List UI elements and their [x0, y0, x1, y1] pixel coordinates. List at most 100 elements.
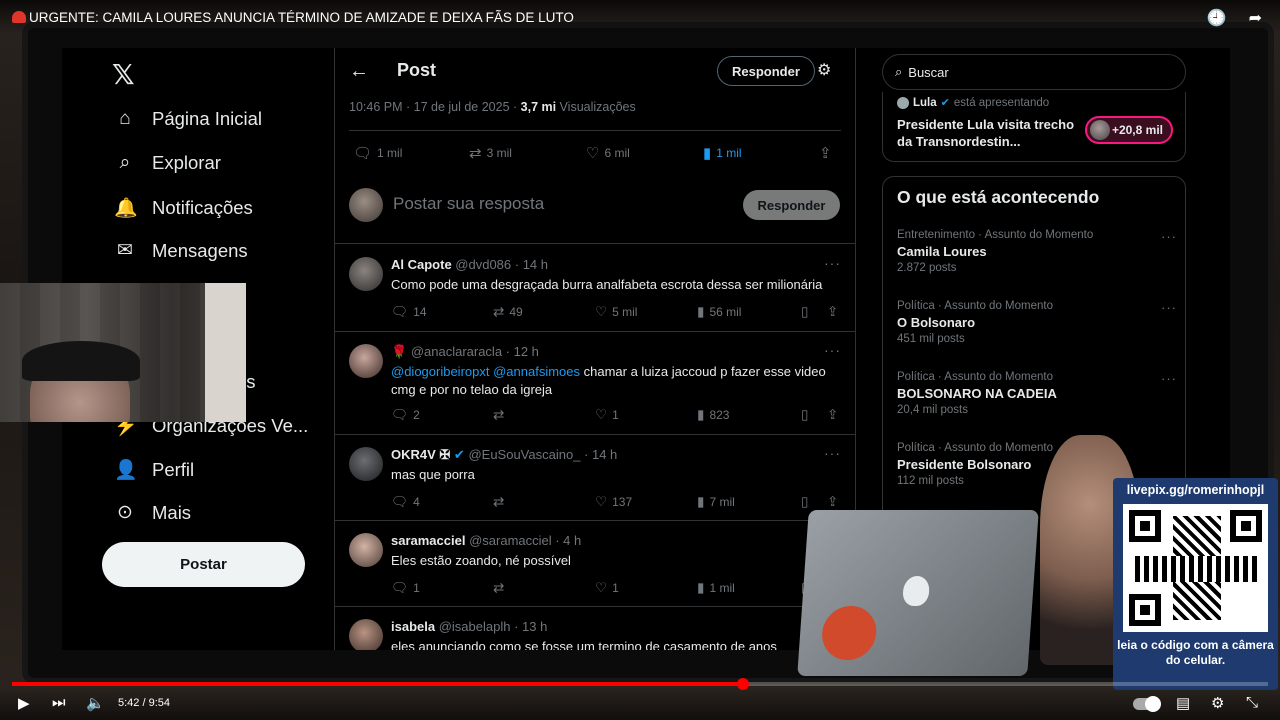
reply-action[interactable]: 🗨 1: [391, 580, 420, 596]
trend-count: 2.872 posts: [897, 262, 957, 274]
reply-top-button[interactable]: Responder: [717, 56, 815, 86]
share-action[interactable]: ⇪: [827, 304, 838, 320]
reply-item[interactable]: isabela @isabelaplh · 13 h eles anuncian…: [335, 607, 855, 650]
more-icon[interactable]: ···: [824, 342, 841, 358]
trend-item[interactable]: Entretenimento · Assunto do Momento Cami…: [897, 229, 1177, 274]
retweet-count: 49: [509, 305, 523, 319]
author-name[interactable]: Al Capote: [391, 257, 452, 272]
author-name[interactable]: isabela: [391, 619, 435, 634]
settings-icon[interactable]: ⚙: [1211, 694, 1224, 712]
share-stat[interactable]: ⇪: [819, 144, 832, 162]
retweet-action[interactable]: ⇄: [493, 494, 504, 510]
retweet-action[interactable]: ⇄: [493, 407, 504, 423]
replies-stat[interactable]: 🗨 1 mil: [353, 144, 402, 162]
video-top-actions: 🕘 ➦: [1207, 8, 1262, 28]
more-icon[interactable]: ···: [824, 255, 841, 271]
search-icon: ⌕: [895, 64, 903, 79]
subtitles-icon[interactable]: ▤: [1176, 694, 1190, 712]
autoplay-toggle[interactable]: [1133, 696, 1161, 712]
author-handle[interactable]: @EuSouVascaino_ · 14 h: [468, 447, 617, 462]
reply-action[interactable]: 🗨 2: [391, 407, 420, 423]
like-action[interactable]: ♡ 5 mil: [595, 304, 637, 320]
post-button[interactable]: Postar: [102, 542, 305, 587]
retweets-stat[interactable]: ⇄ 3 mil: [469, 144, 512, 162]
author-handle[interactable]: @isabelaplh · 13 h: [439, 619, 548, 634]
author-name[interactable]: saramacciel: [391, 533, 465, 548]
trend-item[interactable]: Política · Assunto do Momento O Bolsonar…: [897, 300, 1177, 345]
author-handle[interactable]: @anaclararacla · 12 h: [411, 344, 539, 359]
progress-bar[interactable]: [12, 678, 1268, 690]
avatar[interactable]: [349, 533, 383, 567]
bookmarks-stat[interactable]: ▮ 1 mil: [703, 144, 742, 162]
live-card[interactable]: Lula ✔ está apresentando Presidente Lula v…: [882, 92, 1186, 162]
streamer-webcam: [0, 283, 246, 422]
fullscreen-exit-icon[interactable]: ⤡: [1246, 694, 1258, 711]
bookmark-action[interactable]: ▯: [801, 407, 808, 423]
trend-name: Camila Loures: [897, 244, 987, 259]
bookmark-action[interactable]: ▯: [801, 494, 808, 510]
avatar[interactable]: [349, 619, 383, 650]
reply-item[interactable]: saramacciel @saramacciel · 4 h ··· Eles …: [335, 521, 855, 607]
play-icon[interactable]: ▶: [18, 694, 30, 712]
avatar[interactable]: [349, 257, 383, 291]
views-action[interactable]: ▮ 1 mil: [697, 580, 735, 596]
retweet-action[interactable]: ⇄: [493, 580, 504, 596]
reply-input[interactable]: Postar sua resposta: [393, 194, 544, 214]
search-input[interactable]: ⌕ Buscar: [882, 54, 1186, 90]
avatar[interactable]: [349, 447, 383, 481]
share-icon[interactable]: ➦: [1249, 8, 1262, 28]
live-title[interactable]: Presidente Lula visita trecho da Transno…: [897, 116, 1077, 150]
like-action[interactable]: ♡ 1: [595, 580, 619, 596]
retweets-count: 3 mil: [486, 146, 512, 160]
author-handle[interactable]: @saramacciel · 4 h: [469, 533, 581, 548]
nav-item-explore[interactable]: ⌕ Explorar: [114, 152, 221, 174]
views-action[interactable]: ▮ 823: [697, 407, 729, 423]
author-name[interactable]: OKR4V ✠: [391, 447, 450, 462]
views-action[interactable]: ▮ 7 mil: [697, 494, 735, 510]
volume-icon[interactable]: 🔈: [86, 694, 105, 712]
x-logo-icon[interactable]: 𝕏: [112, 58, 135, 91]
reply-item[interactable]: Al Capote @dvd086 · 14 h ··· Como pode u…: [335, 245, 855, 332]
more-icon[interactable]: ···: [824, 445, 841, 461]
bookmark-action[interactable]: ▯: [801, 304, 808, 320]
nav-item-notifications[interactable]: 🔔 Notificações: [114, 196, 253, 220]
nav-item-messages[interactable]: ✉ Mensagens: [114, 239, 248, 262]
views-action[interactable]: ▮ 56 mil: [697, 304, 741, 320]
bookmark-icon: ▯: [801, 407, 809, 422]
trend-item[interactable]: Política · Assunto do Momento BOLSONARO …: [897, 371, 1177, 416]
settings-sliders-icon[interactable]: ⚙: [817, 60, 831, 80]
like-action[interactable]: ♡ 137: [595, 494, 632, 510]
share-action[interactable]: ⇪: [827, 494, 838, 510]
like-action[interactable]: ♡ 1: [595, 407, 619, 423]
avatar[interactable]: [349, 344, 383, 378]
mention-link[interactable]: @diogoribeiropxt: [391, 364, 489, 379]
retweet-action[interactable]: ⇄ 49: [493, 304, 523, 320]
nav-item-home[interactable]: ⌂ Página Inicial: [114, 108, 262, 130]
home-icon: ⌂: [119, 108, 131, 129]
watch-later-icon[interactable]: 🕘: [1207, 8, 1227, 28]
reply-action[interactable]: 🗨 14: [391, 304, 427, 320]
like-count: 5 mil: [612, 305, 638, 319]
author-handle[interactable]: @dvd086 · 14 h: [455, 257, 548, 272]
next-icon[interactable]: ⏭: [52, 694, 66, 711]
more-icon[interactable]: ···: [1161, 371, 1177, 386]
author-name[interactable]: 🌹: [391, 344, 407, 359]
nav-item-more[interactable]: ⊙ Mais: [114, 501, 191, 524]
reply-text: Eles estão zoando, né possível: [391, 553, 571, 568]
more-icon[interactable]: ···: [1161, 229, 1177, 244]
reply-action[interactable]: 🗨 4: [391, 494, 420, 510]
reply-item[interactable]: OKR4V ✠ ✔ @EuSouVascaino_ · 14 h ··· mas…: [335, 435, 855, 521]
reply-item[interactable]: 🌹 @anaclararacla · 12 h ··· @diogoribeir…: [335, 332, 855, 435]
more-icon[interactable]: ···: [1161, 300, 1177, 315]
live-listeners-pill[interactable]: +20,8 mil: [1085, 116, 1173, 144]
heart-icon: ♡: [595, 494, 608, 509]
back-arrow-icon[interactable]: ←: [349, 60, 369, 83]
nav-item-profile[interactable]: 👤 Perfil: [114, 458, 194, 482]
mention-link[interactable]: @annafsimoes: [493, 364, 580, 379]
video-title-bar: URGENTE: CAMILA LOURES ANUNCIA TÉRMINO D…: [0, 0, 1280, 34]
bookmarks-count: 1 mil: [716, 146, 742, 160]
share-action[interactable]: ⇪: [827, 407, 838, 423]
reply-button[interactable]: Responder: [743, 190, 840, 220]
views-count: 7 mil: [709, 495, 735, 509]
likes-stat[interactable]: ♡ 6 mil: [586, 144, 630, 162]
